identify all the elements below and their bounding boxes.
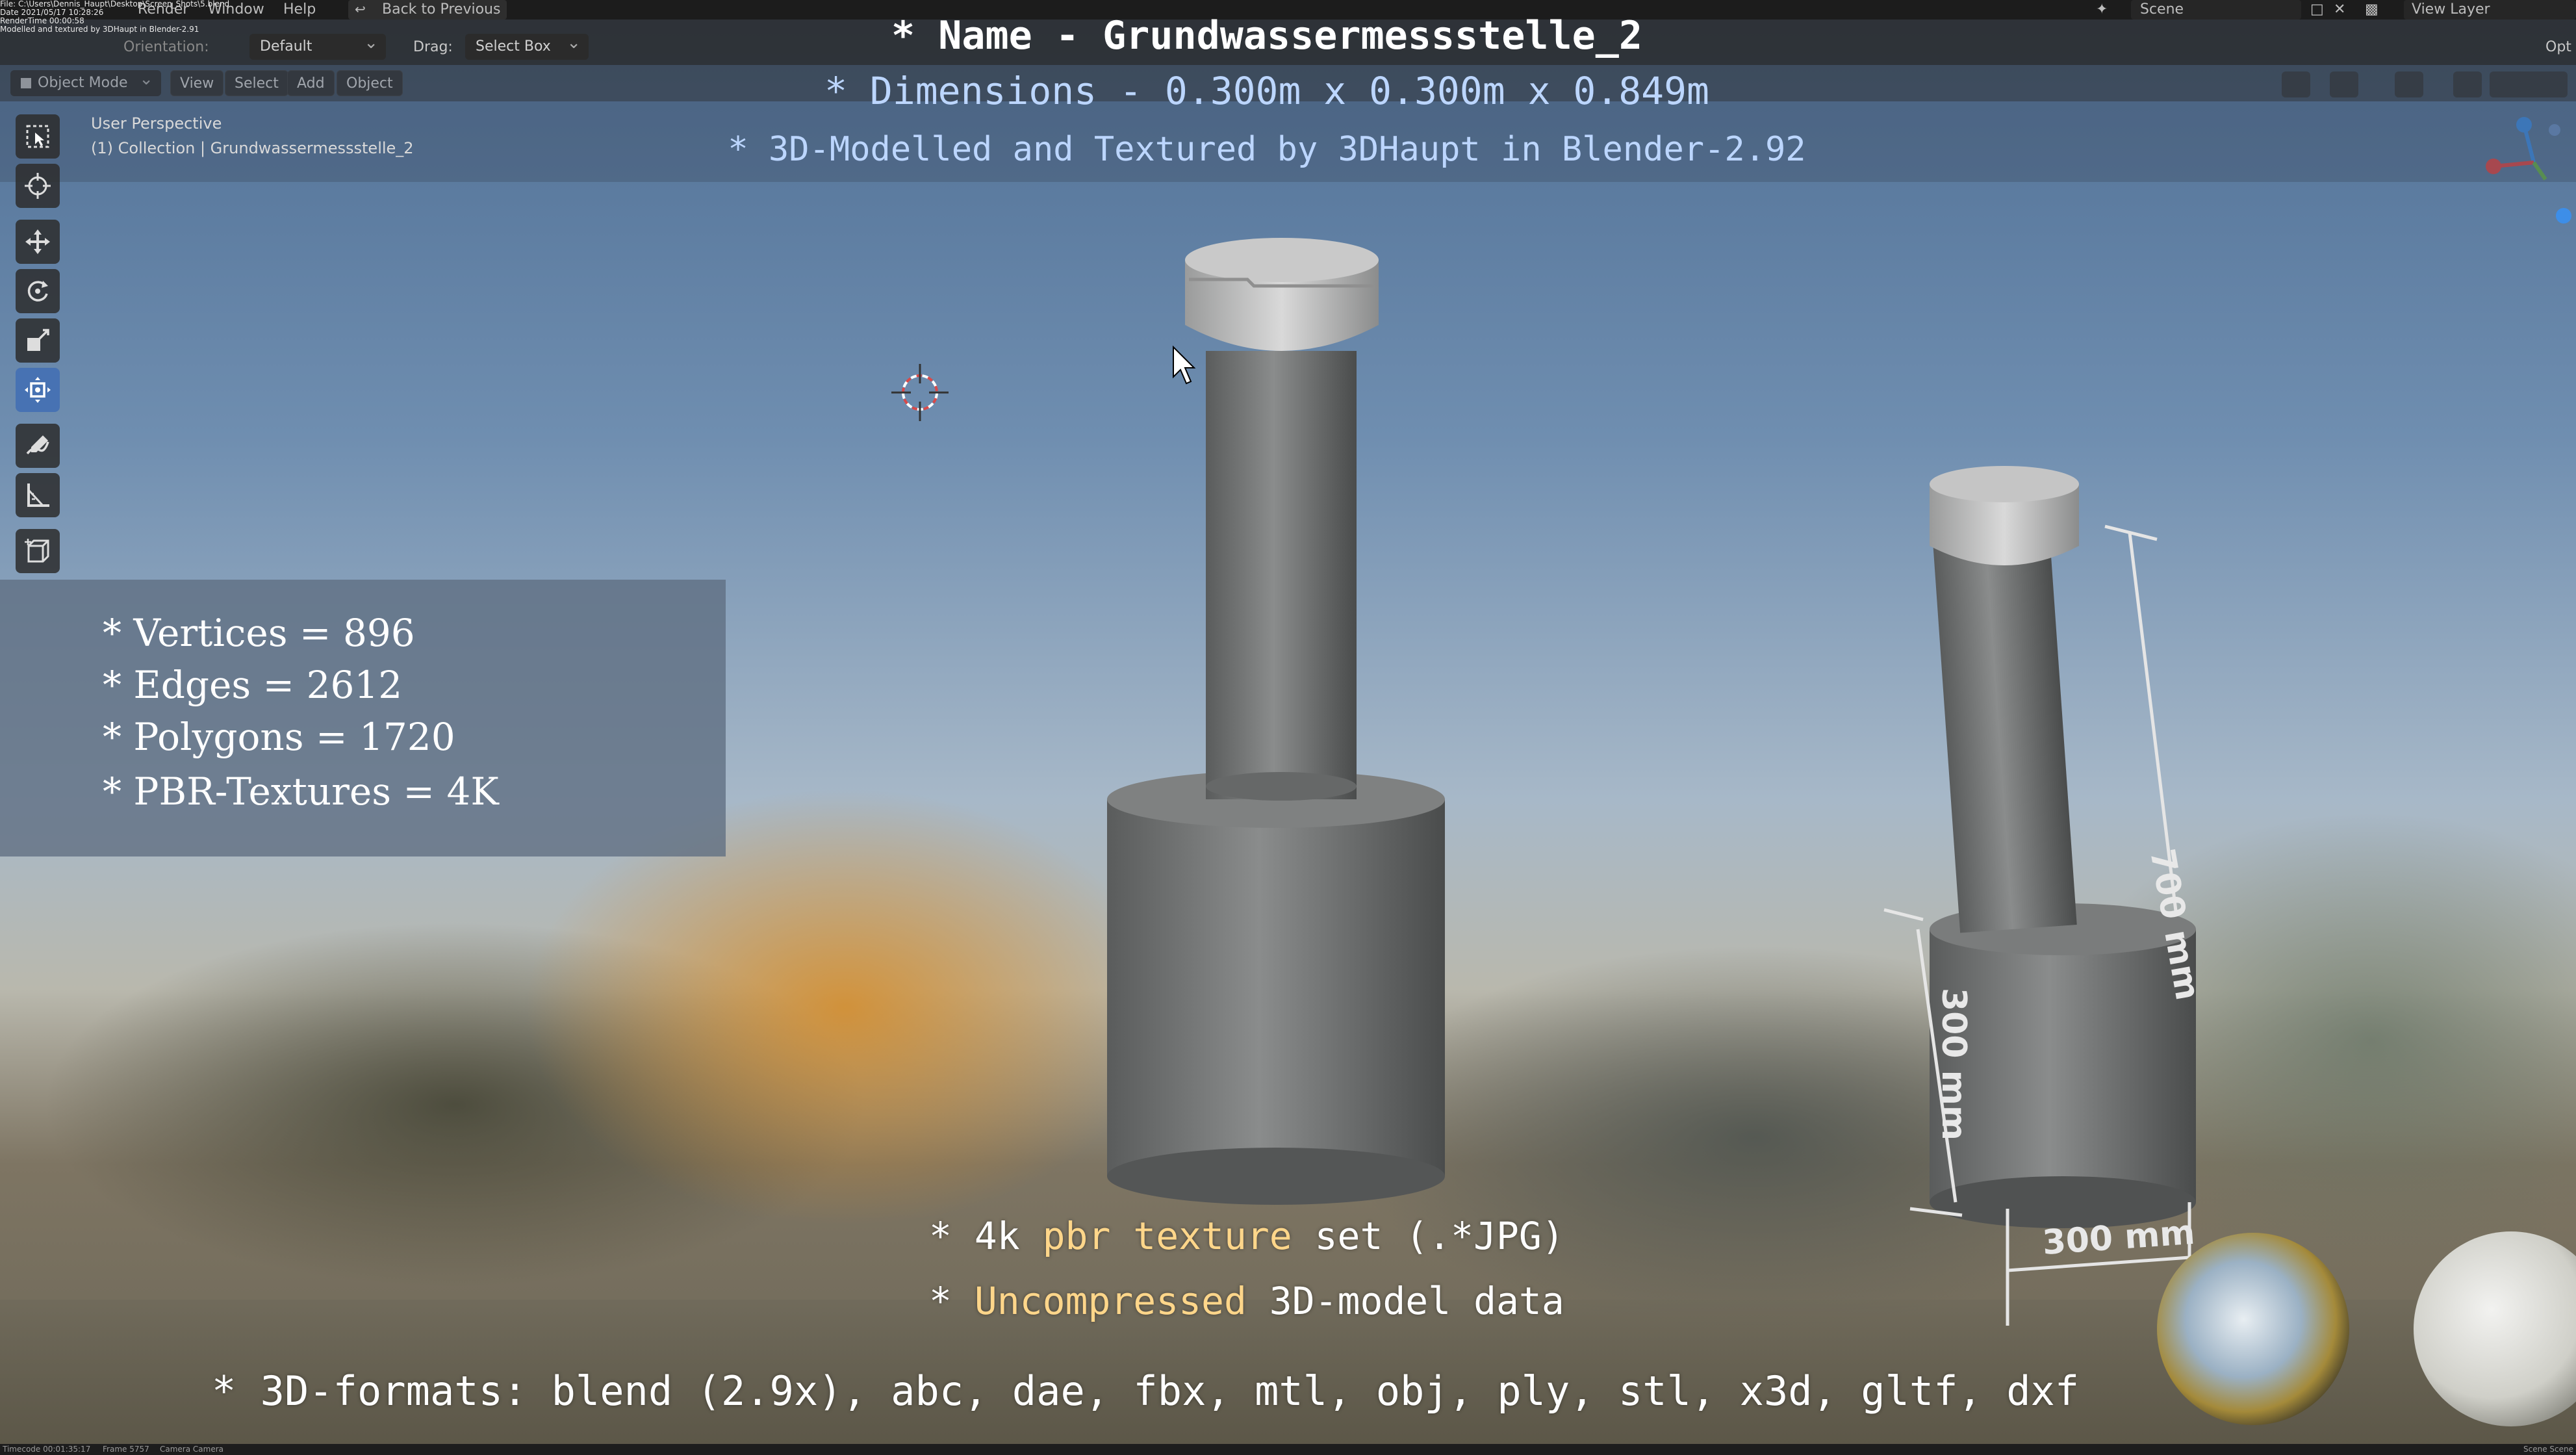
3d-cursor-icon[interactable] [891, 364, 949, 421]
cursor-tool[interactable] [16, 164, 60, 208]
move-tool[interactable] [16, 220, 60, 264]
texture-set-line: * 4k pbr texture set (.*JPG) [929, 1214, 1564, 1258]
texture-line-prefix: * 4k [929, 1214, 1043, 1258]
main-object-pipe [1206, 351, 1357, 801]
view-layer-selector[interactable]: View Layer [2404, 0, 2576, 19]
drag-value: Select Box [476, 38, 551, 55]
title-dimensions-line: * Dimensions - 0.300m x 0.300m x 0.849m [824, 69, 1709, 113]
mesh-stats-panel: * Vertices = 896 * Edges = 2612 * Polygo… [0, 580, 726, 856]
material-preview-sphere [2414, 1231, 2576, 1426]
polygons-stat: * Polygons = 1720 [103, 715, 455, 759]
add-cube-icon [25, 539, 49, 563]
remove-scene-icon[interactable]: ✕ [2334, 1, 2345, 18]
select-box-icon [26, 125, 49, 148]
textures-stat: * PBR-Textures = 4K [103, 769, 499, 814]
view-perspective-label: User Perspective [91, 114, 222, 133]
rotate-icon [27, 281, 48, 302]
uncompressed-suffix: 3D-model data [1246, 1279, 1564, 1323]
scale-tool[interactable] [16, 318, 60, 363]
drag-label: Drag: [413, 39, 453, 55]
options-button[interactable]: Opt [2545, 39, 2571, 55]
transform-icon [25, 377, 51, 403]
annotate-tool[interactable] [16, 424, 60, 468]
status-bar: Timecode 00:01:35:17 Frame 5757 Camera C… [0, 1444, 2576, 1455]
view-layer-label: View Layer [2412, 1, 2490, 18]
render-credit: Modelled and textured by 3DHaupt in Blen… [0, 25, 199, 34]
title-credit-line: * 3D-Modelled and Textured by 3DHaupt in… [728, 130, 1806, 169]
cursor-icon [25, 173, 51, 199]
uncompressed-highlight: Uncompressed [974, 1279, 1247, 1323]
scene-label: Scene [2140, 1, 2184, 18]
collection-label: (1) Collection | Grundwassermessstelle_2 [91, 139, 414, 157]
main-object-cap [1185, 238, 1379, 351]
scene-status-label: Scene Scene [2523, 1445, 2573, 1454]
select-tool[interactable] [16, 114, 60, 159]
main-object-base [1107, 771, 1445, 1205]
uncompressed-prefix: * [929, 1279, 975, 1323]
back-to-previous-label: Back to Previous [382, 1, 501, 18]
scene-icon[interactable]: ✦ [2096, 1, 2108, 18]
measure-icon [27, 483, 49, 507]
vertices-stat: * Vertices = 896 [103, 611, 415, 655]
camera-label: Camera Camera [160, 1445, 223, 1454]
edges-stat: * Edges = 2612 [103, 663, 403, 707]
tool-shelf [9, 114, 66, 582]
uncompressed-line: * Uncompressed 3D-model data [929, 1279, 1564, 1323]
annotate-icon [26, 435, 49, 455]
mouse-pointer-icon [1173, 345, 1196, 385]
hdri-preview-sphere [2157, 1233, 2349, 1425]
scene-selector[interactable]: Scene [2131, 0, 2301, 19]
transform-tool[interactable] [16, 368, 60, 412]
formats-line: * 3D-formats: blend (2.9x), abc, dae, fb… [212, 1367, 2080, 1415]
title-name-line: * Name - Grundwassermessstelle_2 [891, 13, 1642, 58]
view-layer-icon[interactable]: ▩ [2365, 1, 2378, 18]
scale-icon [27, 329, 49, 351]
timecode-label: Timecode 00:01:35:17 [3, 1445, 91, 1454]
texture-line-highlight: pbr texture [1042, 1214, 1292, 1258]
texture-line-suffix: set (.*JPG) [1292, 1214, 1564, 1258]
measure-tool[interactable] [16, 473, 60, 517]
new-scene-icon[interactable]: □ [2310, 1, 2324, 18]
dimension-label-left: 300 mm [1934, 988, 1973, 1140]
drag-dropdown[interactable]: Select Box [465, 30, 589, 60]
back-icon: ↩ [355, 1, 366, 17]
frame-label: Frame 5757 [103, 1445, 149, 1454]
move-icon [25, 229, 50, 254]
back-to-previous-button[interactable]: ↩ Back to Previous [348, 0, 507, 19]
menu-help[interactable]: Help [283, 1, 316, 18]
rotate-tool[interactable] [16, 269, 60, 313]
add-cube-tool[interactable] [16, 529, 60, 573]
